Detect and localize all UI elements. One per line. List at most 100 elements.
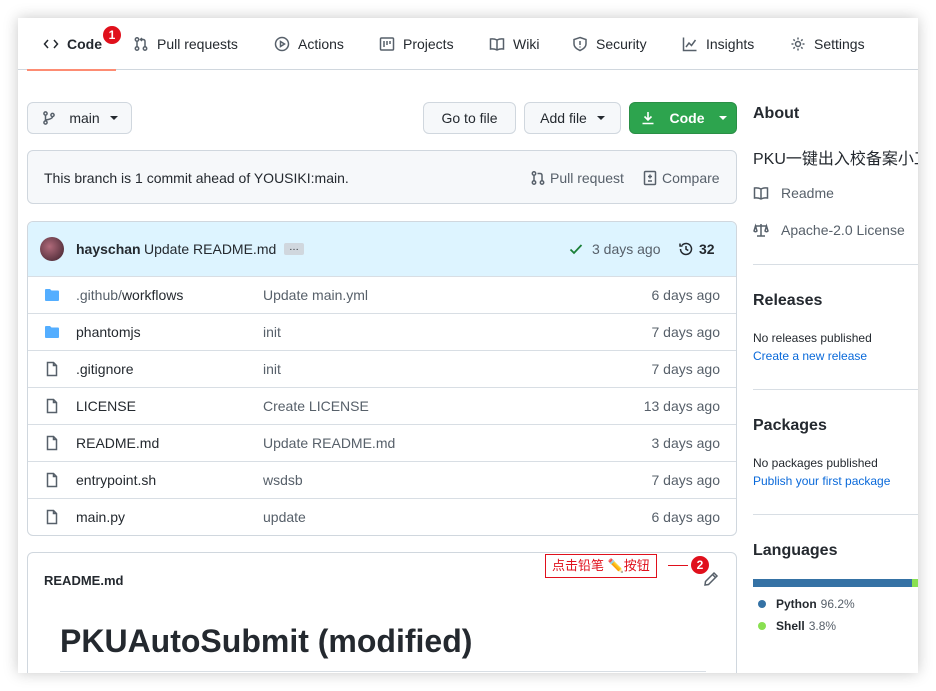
add-file-label: Add file	[540, 110, 587, 126]
tab-wiki[interactable]: Wiki	[489, 18, 539, 70]
latest-commit-bar: hayschan Update README.md … 3 days ago 3…	[28, 222, 736, 276]
commit-count[interactable]: 32	[699, 241, 715, 257]
tab-pull-requests[interactable]: Pull requests	[133, 18, 238, 70]
play-circle-icon	[274, 36, 290, 52]
packages-title[interactable]: Packages	[753, 417, 827, 435]
avatar[interactable]	[40, 237, 64, 261]
commit-details-toggle[interactable]: …	[284, 243, 304, 255]
branch-status-box: This branch is 1 commit ahead of YOUSIKI…	[27, 150, 737, 204]
file-age: 6 days ago	[651, 509, 721, 525]
file-age: 7 days ago	[651, 472, 721, 488]
tab-insights-label: Insights	[706, 36, 755, 52]
chevron-down-icon	[109, 116, 118, 120]
shield-icon	[573, 36, 587, 52]
file-name[interactable]: entrypoint.sh	[76, 472, 156, 488]
branch-select-button[interactable]: main	[27, 102, 132, 134]
tab-security[interactable]: Security	[572, 18, 647, 70]
file-commit-message[interactable]: Update README.md	[263, 435, 395, 451]
readme-filename: README.md	[44, 573, 124, 588]
chevron-down-icon	[718, 116, 727, 120]
compare-label: Compare	[662, 170, 720, 186]
language-name: Python	[776, 597, 817, 611]
file-name[interactable]: main.py	[76, 509, 125, 525]
branch-name: main	[69, 110, 100, 126]
code-download-button[interactable]: Code	[629, 102, 737, 134]
pull-request-link[interactable]: Pull request	[530, 170, 624, 186]
tab-code-label: Code	[67, 36, 102, 52]
language-item-shell[interactable]: Shell 3.8%	[758, 619, 836, 633]
tab-security-label: Security	[596, 36, 647, 52]
file-name[interactable]: .github/workflows	[76, 287, 183, 303]
language-bar	[753, 579, 918, 587]
file-commit-message[interactable]: wsdsb	[263, 472, 303, 488]
check-icon	[569, 244, 583, 255]
releases-title[interactable]: Releases	[753, 292, 822, 310]
tab-insights[interactable]: Insights	[682, 18, 754, 70]
license-link[interactable]: Apache-2.0 License	[753, 222, 905, 238]
git-branch-icon	[43, 111, 56, 125]
releases-text: No releases published	[753, 331, 872, 345]
file-commit-message[interactable]: init	[263, 324, 281, 340]
file-icon	[46, 435, 58, 451]
tab-actions[interactable]: Actions	[274, 18, 344, 70]
browser-frame: Code 1 Pull requests Actions Projects Wi…	[18, 18, 918, 673]
graph-icon	[682, 37, 697, 52]
languages-title: Languages	[753, 542, 838, 559]
chevron-down-icon	[596, 116, 605, 120]
file-commit-message[interactable]: Create LICENSE	[263, 398, 369, 414]
language-item-python[interactable]: Python 96.2%	[758, 597, 855, 611]
table-row[interactable]: README.md Update README.md 3 days ago	[28, 424, 736, 461]
tab-settings-label: Settings	[814, 36, 865, 52]
file-name[interactable]: .gitignore	[76, 361, 134, 377]
tab-wiki-label: Wiki	[513, 36, 540, 52]
folder-icon	[45, 289, 59, 301]
sidebar-divider	[753, 264, 918, 265]
folder-icon	[45, 326, 59, 338]
table-row[interactable]: phantomjs init 7 days ago	[28, 313, 736, 350]
sidebar-divider	[753, 514, 918, 515]
file-age: 7 days ago	[651, 361, 721, 377]
code-icon	[43, 39, 59, 49]
readme-heading: PKUAutoSubmit (modified)	[60, 623, 473, 659]
gear-icon	[791, 37, 805, 51]
file-icon	[46, 472, 58, 488]
go-to-file-button[interactable]: Go to file	[423, 102, 516, 134]
file-icon	[46, 398, 58, 414]
pull-request-icon	[531, 171, 545, 185]
file-commit-message[interactable]: Update main.yml	[263, 287, 368, 303]
tab-projects-label: Projects	[403, 36, 454, 52]
heading-divider	[60, 671, 706, 672]
commit-author[interactable]: hayschan	[76, 241, 141, 257]
table-row[interactable]: .gitignore init 7 days ago	[28, 350, 736, 387]
tab-projects[interactable]: Projects	[379, 18, 454, 70]
tab-code[interactable]: Code	[27, 18, 116, 71]
publish-package-link[interactable]: Publish your first package	[753, 474, 890, 488]
pull-request-icon	[134, 37, 148, 51]
file-name[interactable]: README.md	[76, 435, 159, 451]
create-release-link[interactable]: Create a new release	[753, 349, 867, 363]
file-name[interactable]: phantomjs	[76, 324, 141, 340]
table-row[interactable]: LICENSE Create LICENSE 13 days ago	[28, 387, 736, 424]
commit-message[interactable]: Update README.md	[144, 241, 276, 257]
file-icon	[46, 361, 58, 377]
add-file-button[interactable]: Add file	[524, 102, 621, 134]
tab-settings[interactable]: Settings	[790, 18, 865, 70]
commit-time: 3 days ago	[592, 241, 661, 257]
table-row[interactable]: .github/workflows Update main.yml 6 days…	[28, 276, 736, 313]
language-bar-python	[753, 579, 912, 587]
pull-request-label: Pull request	[550, 170, 624, 186]
file-path-prefix: .github/	[76, 287, 122, 303]
compare-link[interactable]: Compare	[642, 170, 720, 186]
file-age: 3 days ago	[651, 435, 721, 451]
table-row[interactable]: main.py update 6 days ago	[28, 498, 736, 535]
readme-link[interactable]: Readme	[753, 185, 834, 201]
file-commit-message[interactable]: init	[263, 361, 281, 377]
code-button-label: Code	[669, 110, 705, 126]
language-percent: 3.8%	[808, 619, 837, 633]
step-badge-2: 2	[690, 555, 710, 575]
repo-description: PKU一键出入校备案小工具	[753, 151, 918, 168]
about-title: About	[753, 105, 800, 122]
table-row[interactable]: entrypoint.sh wsdsb 7 days ago	[28, 461, 736, 498]
file-commit-message[interactable]: update	[263, 509, 306, 525]
file-name[interactable]: LICENSE	[76, 398, 136, 414]
